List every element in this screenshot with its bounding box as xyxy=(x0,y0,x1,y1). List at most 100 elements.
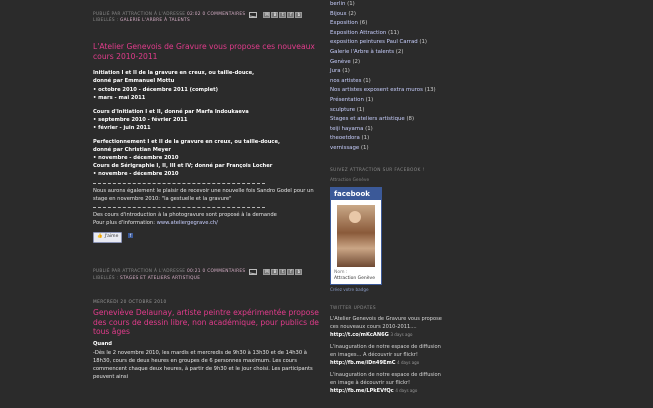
email-share-icon[interactable]: M xyxy=(263,12,271,19)
facebook-logo: facebook xyxy=(331,187,381,200)
course-list: Initiation I et II de la gravure en creu… xyxy=(93,69,321,178)
label-link[interactable]: Stages et ateliers artistique xyxy=(120,276,200,281)
twitter-share-icon[interactable]: t xyxy=(279,269,287,276)
facebook-icon[interactable]: f xyxy=(128,233,133,239)
comments-link[interactable]: 0 commentaires xyxy=(203,269,246,274)
sidebar-label-link[interactable]: Bijoux xyxy=(330,11,347,17)
post-body: Initiation I et II de la gravure en creu… xyxy=(93,69,321,244)
sidebar-label-link[interactable]: Présentation xyxy=(330,97,364,103)
share-buttons: M B t f b xyxy=(263,12,303,19)
sidebar-label-count: (1) xyxy=(361,135,370,142)
course-line: • octobre 2010 - décembre 2011 (complet) xyxy=(93,86,218,93)
tweet-time-link[interactable]: 4 days ago xyxy=(397,360,419,365)
course-line: • novembre - décembre 2010 xyxy=(93,154,179,161)
sidebar-label-count: (2) xyxy=(352,58,361,65)
sidebar-label-count: (1) xyxy=(342,68,350,75)
post-paragraph: Pour plus d'information: www.ateliergegr… xyxy=(93,220,218,227)
email-post-icon[interactable] xyxy=(249,12,258,19)
sidebar-label-item: teiji hayama (1) xyxy=(330,125,442,135)
sidebar-label-count: (1) xyxy=(347,1,355,7)
blog-post: L'Atelier Genevois de Gravure vous propo… xyxy=(93,42,321,244)
separator-line xyxy=(93,183,265,185)
post-body: Quand -Dès le 2 novembre 2010, les mardi… xyxy=(93,340,321,380)
sidebar-label-link[interactable]: Genève xyxy=(330,59,351,65)
tweet-text: L'inauguration de notre espace de diffus… xyxy=(330,344,441,358)
post-footer: Publié par Attraction à l'adresse 02:02 … xyxy=(93,12,321,24)
sidebar-label-item: nos artistes (1) xyxy=(330,77,442,87)
sidebar-label-item: Exposition (6) xyxy=(330,19,442,29)
post-labels: Libellés : Galerie l'Arbre à Talents xyxy=(93,18,190,24)
sidebar-label-count: (6) xyxy=(359,20,368,27)
facebook-badge-label: Attraction Genève xyxy=(330,178,370,184)
sidebar-label-link[interactable]: Nos artistes exposent extra muros xyxy=(330,87,423,93)
sidebar-label-link[interactable]: nos artistes xyxy=(330,78,361,84)
sidebar-label-count: (1) xyxy=(356,106,365,113)
sidebar-label-link[interactable]: Galerie l'Arbre à talents xyxy=(330,49,394,55)
blog-sidebar: berlin (1) Bijoux (2) Exposition (6) Exposi… xyxy=(330,0,442,399)
email-post-icon[interactable] xyxy=(249,269,258,276)
sidebar-label-count: (1) xyxy=(360,144,369,151)
twitter-share-icon[interactable]: t xyxy=(279,12,287,19)
comments-link[interactable]: 0 commentaires xyxy=(203,12,246,17)
tweet-item: L'inauguration de notre espace de diffus… xyxy=(330,372,442,396)
sidebar-label-link[interactable]: Stages et ateliers artistique xyxy=(330,116,405,122)
sidebar-label-item: Nos artistes exposent extra muros (13) xyxy=(330,86,442,96)
create-badge-link[interactable]: Créez votre badge xyxy=(330,287,442,293)
facebook-badge[interactable]: facebook Nom : Attraction Genève xyxy=(330,186,382,286)
post-footer: Publié par Attraction à l'adresse 00:21 … xyxy=(93,269,321,281)
buzz-share-icon[interactable]: b xyxy=(295,12,303,19)
sidebar-label-count: (1) xyxy=(419,39,428,46)
sidebar-label-count: (2) xyxy=(395,48,404,55)
label-link[interactable]: Galerie l'Arbre à Talents xyxy=(120,18,190,23)
post-paragraph: -Dès le 2 novembre 2010, les mardis et m… xyxy=(93,349,313,380)
buzz-share-icon[interactable]: b xyxy=(295,269,303,276)
sidebar-label-link[interactable]: teiji hayama xyxy=(330,126,363,132)
sidebar-label-item: Bijoux (2) xyxy=(330,10,442,20)
sidebar-label-link[interactable]: sculpture xyxy=(330,107,355,113)
tweet-link[interactable]: http://t.co/mKcAN6G xyxy=(330,332,389,338)
course-line: Cours d'Initiation I et II, donné par Ma… xyxy=(93,108,249,115)
sidebar-label-item: theoetdora (1) xyxy=(330,134,442,144)
sidebar-label-link[interactable]: exposition peintures Paul Carrad xyxy=(330,39,418,45)
sidebar-label-count: (1) xyxy=(365,125,373,132)
post-title[interactable]: Geneviève Delaunay, artiste peintre expé… xyxy=(93,308,321,336)
sidebar-label-link[interactable]: Exposition xyxy=(330,20,358,26)
course-line: donné par Emmanuel Mottu xyxy=(93,78,175,85)
tweet-link[interactable]: http://fb.me/LPkEVfQc xyxy=(330,388,394,394)
tweet-item: L'inauguration de notre espace de diffus… xyxy=(330,344,442,368)
sidebar-label-link[interactable]: theoetdora xyxy=(330,135,360,141)
course-line: Cours de Sérigraphie I, II, III et IV; d… xyxy=(93,163,273,170)
sidebar-label-count: (2) xyxy=(348,10,356,17)
sidebar-label-link[interactable]: vernissage xyxy=(330,145,359,151)
blog-this-icon[interactable]: B xyxy=(271,269,279,276)
sidebar-label-item: sculpture (1) xyxy=(330,106,442,116)
separator-line xyxy=(93,207,265,209)
sidebar-label-link[interactable]: Jura xyxy=(330,68,341,74)
blog-this-icon[interactable]: B xyxy=(271,12,279,19)
post-paragraph: Nous aurons également le plaisir de rece… xyxy=(93,188,314,203)
blog-post: Geneviève Delaunay, artiste peintre expé… xyxy=(93,308,321,381)
atelier-website-link[interactable]: www.ateliergegrave.ch/ xyxy=(157,220,218,226)
tweet-item: L'Atelier Genevois de Gravure vous propo… xyxy=(330,316,442,340)
post-labels: Libellés : Stages et ateliers artistique xyxy=(93,275,201,281)
facebook-share-icon[interactable]: f xyxy=(287,12,295,19)
sidebar-label-count: (11) xyxy=(388,29,400,36)
tweet-link[interactable]: http://fb.me/iDn49EmC xyxy=(330,360,396,366)
post-paragraph: Des cours d'introduction à la photogravu… xyxy=(93,212,277,219)
sidebar-label-item: Stages et ateliers artistique (8) xyxy=(330,115,442,125)
sidebar-label-link[interactable]: berlin xyxy=(330,1,345,7)
tweet-time-link[interactable]: 3 days ago xyxy=(390,332,412,337)
sidebar-label-item: Galerie l'Arbre à talents (2) xyxy=(330,48,442,58)
sidebar-label-link[interactable]: Exposition Attraction xyxy=(330,30,386,36)
facebook-like-button[interactable]: 👍 J'aime xyxy=(93,232,123,244)
email-share-icon[interactable]: M xyxy=(263,269,271,276)
share-buttons: M B t f b xyxy=(263,269,303,276)
profile-photo[interactable] xyxy=(337,204,375,267)
post-time-link[interactable]: 00:21 xyxy=(187,269,201,274)
tweet-time-link[interactable]: 4 days ago xyxy=(395,388,417,393)
post-title[interactable]: L'Atelier Genevois de Gravure vous propo… xyxy=(93,42,321,61)
sidebar-label-item: berlin (1) xyxy=(330,0,442,10)
sidebar-label-count: (8) xyxy=(406,116,415,123)
post-time-link[interactable]: 02:02 xyxy=(187,12,201,17)
facebook-share-icon[interactable]: f xyxy=(287,269,295,276)
